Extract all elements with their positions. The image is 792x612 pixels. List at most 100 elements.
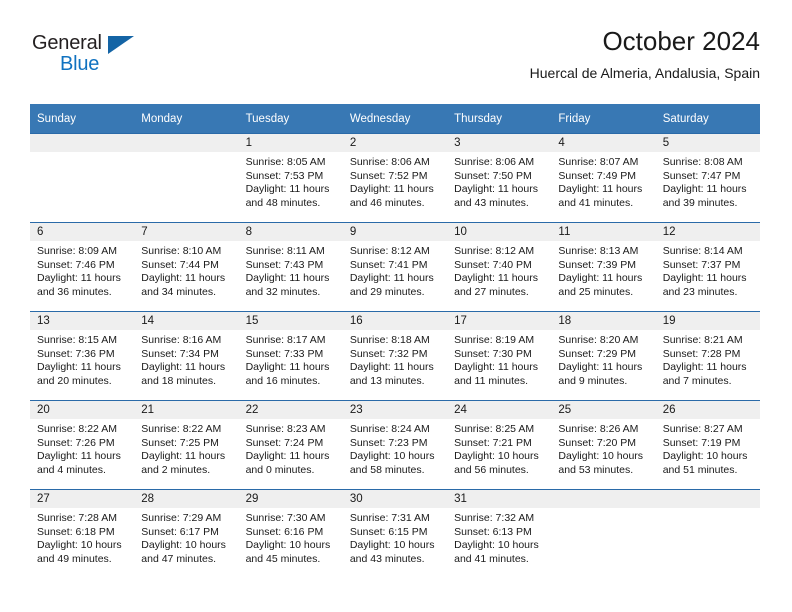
daylight-text: Daylight: 10 hours [349, 539, 435, 552]
day-cell-inner: 23 Sunrise: 8:24 AM Sunset: 7:23 PM Dayligh… [342, 401, 448, 489]
calendar-day-cell[interactable]: 3 Sunrise: 8:06 AM Sunset: 7:50 PM Daylight… [447, 133, 552, 223]
day-details: Sunrise: 8:08 AM Sunset: 7:47 PM Daylight:… [656, 152, 760, 210]
calendar-day-cell[interactable]: 9 Sunrise: 8:12 AM Sunset: 7:41 PM Daylight… [342, 222, 448, 312]
logo-text-general: General [32, 32, 102, 54]
day-details: Sunrise: 8:18 AM Sunset: 7:32 PM Daylight:… [343, 330, 447, 388]
calendar-day-cell[interactable]: 2 Sunrise: 8:06 AM Sunset: 7:52 PM Daylight… [342, 133, 448, 223]
sunset-text: Sunset: 7:44 PM [141, 258, 219, 271]
calendar-day-cell[interactable]: 21 Sunrise: 8:22 AM Sunset: 7:25 PM Dayligh… [134, 400, 239, 490]
calendar-day-cell[interactable]: 22 Sunrise: 8:23 AM Sunset: 7:24 PM Dayligh… [238, 400, 343, 490]
calendar-day-cell[interactable]: 28 Sunrise: 7:29 AM Sunset: 6:17 PM Dayligh… [134, 489, 239, 576]
sunrise-text: Sunrise: 8:22 AM [37, 423, 117, 435]
daylight-text: Daylight: 11 hours [454, 272, 538, 285]
sunrise-text: Sunrise: 8:15 AM [37, 334, 117, 346]
day-number: 16 [342, 312, 448, 330]
calendar-day-cell[interactable]: 20 Sunrise: 8:22 AM Sunset: 7:26 PM Dayligh… [30, 400, 135, 490]
daylight-text: and 43 minutes. [349, 552, 425, 565]
day-number: 13 [30, 312, 135, 330]
day-details: Sunrise: 8:21 AM Sunset: 7:28 PM Daylight:… [656, 330, 760, 388]
day-cell-inner: 26 Sunrise: 8:27 AM Sunset: 7:19 PM Dayligh… [655, 401, 760, 489]
day-cell-inner: 21 Sunrise: 8:22 AM Sunset: 7:25 PM Dayligh… [134, 401, 239, 489]
daylight-text: Daylight: 11 hours [454, 183, 538, 196]
day-details: Sunrise: 8:05 AM Sunset: 7:53 PM Daylight:… [239, 152, 343, 210]
daylight-text: Daylight: 11 hours [37, 272, 121, 285]
day-cell-inner: 24 Sunrise: 8:25 AM Sunset: 7:21 PM Dayligh… [447, 401, 552, 489]
calendar-table: Sunday Monday Tuesday Wednesday Thursday… [30, 104, 760, 576]
daylight-text: and 43 minutes. [454, 196, 529, 209]
calendar-day-cell[interactable]: 7 Sunrise: 8:10 AM Sunset: 7:44 PM Daylight… [134, 222, 239, 312]
calendar-day-cell[interactable]: 14 Sunrise: 8:16 AM Sunset: 7:34 PM Dayligh… [134, 311, 239, 401]
daylight-text: and 2 minutes. [141, 463, 211, 476]
day-cell-inner: 28 Sunrise: 7:29 AM Sunset: 6:17 PM Dayligh… [134, 490, 239, 576]
calendar-day-cell[interactable]: 15 Sunrise: 8:17 AM Sunset: 7:33 PM Dayligh… [238, 311, 343, 401]
calendar-day-cell[interactable]: 6 Sunrise: 8:09 AM Sunset: 7:46 PM Daylight… [30, 222, 135, 312]
sunrise-text: Sunrise: 8:20 AM [558, 334, 639, 346]
day-cell-inner: 22 Sunrise: 8:23 AM Sunset: 7:24 PM Dayligh… [238, 401, 343, 489]
sunrise-text: Sunrise: 8:06 AM [454, 156, 535, 168]
day-cell-inner: 5 Sunrise: 8:08 AM Sunset: 7:47 PM Daylight… [655, 134, 760, 222]
sunset-text: Sunset: 6:17 PM [141, 525, 219, 538]
calendar-day-cell[interactable]: 25 Sunrise: 8:26 AM Sunset: 7:20 PM Dayligh… [551, 400, 656, 490]
calendar-day-cell[interactable]: 29 Sunrise: 7:30 AM Sunset: 6:16 PM Dayligh… [238, 489, 343, 576]
calendar-day-cell[interactable]: 26 Sunrise: 8:27 AM Sunset: 7:19 PM Dayligh… [655, 400, 760, 490]
day-details: Sunrise: 8:17 AM Sunset: 7:33 PM Daylight:… [239, 330, 343, 388]
calendar-day-cell[interactable]: 11 Sunrise: 8:13 AM Sunset: 7:39 PM Dayligh… [551, 222, 656, 312]
day-details: Sunrise: 7:30 AM Sunset: 6:16 PM Daylight:… [239, 508, 343, 566]
sunset-text: Sunset: 7:29 PM [558, 347, 637, 360]
calendar-day-cell[interactable]: 5 Sunrise: 8:08 AM Sunset: 7:47 PM Daylight… [655, 133, 760, 223]
daylight-text: Daylight: 10 hours [245, 539, 331, 552]
calendar-day-cell[interactable]: 17 Sunrise: 8:19 AM Sunset: 7:30 PM Dayligh… [447, 311, 552, 401]
daylight-text: Daylight: 10 hours [558, 450, 644, 463]
day-details: Sunrise: 8:06 AM Sunset: 7:52 PM Daylight:… [343, 152, 447, 210]
title-block: October 2024 Huercal de Almeria, Andalus… [530, 24, 760, 84]
sunset-text: Sunset: 7:40 PM [454, 258, 532, 271]
day-cell-inner: 8 Sunrise: 8:11 AM Sunset: 7:43 PM Daylight… [238, 223, 343, 311]
daylight-text: and 45 minutes. [245, 552, 321, 565]
calendar-day-cell[interactable]: 19 Sunrise: 8:21 AM Sunset: 7:28 PM Dayligh… [655, 311, 760, 401]
day-cell-inner [655, 490, 760, 576]
calendar-day-cell[interactable]: 23 Sunrise: 8:24 AM Sunset: 7:23 PM Dayligh… [342, 400, 448, 490]
general-blue-logo[interactable]: General Blue [32, 32, 152, 80]
weekday-header-thursday: Thursday [447, 104, 552, 134]
daylight-text: and 41 minutes. [454, 552, 529, 565]
daylight-text: Daylight: 10 hours [37, 539, 122, 552]
day-number: 19 [655, 312, 760, 330]
sunrise-text: Sunrise: 8:23 AM [245, 423, 326, 435]
day-number: 26 [655, 401, 760, 419]
calendar-day-cell[interactable]: 31 Sunrise: 7:32 AM Sunset: 6:13 PM Dayligh… [447, 489, 552, 576]
daylight-text: Daylight: 11 hours [454, 361, 538, 374]
sunrise-text: Sunrise: 8:12 AM [454, 245, 535, 257]
sunset-text: Sunset: 7:50 PM [454, 169, 532, 182]
sunset-text: Sunset: 7:34 PM [141, 347, 219, 360]
daylight-text: Daylight: 11 hours [245, 361, 330, 374]
daylight-text: Daylight: 11 hours [349, 361, 434, 374]
day-details: Sunrise: 8:07 AM Sunset: 7:49 PM Daylight:… [551, 152, 655, 210]
sunrise-text: Sunrise: 8:25 AM [454, 423, 535, 435]
day-number: 28 [134, 490, 239, 508]
day-number: 22 [238, 401, 343, 419]
calendar-cell-empty [30, 133, 135, 223]
sunset-text: Sunset: 7:47 PM [662, 169, 741, 182]
calendar-day-cell[interactable]: 8 Sunrise: 8:11 AM Sunset: 7:43 PM Daylight… [238, 222, 343, 312]
sunset-text: Sunset: 6:15 PM [349, 525, 428, 538]
sunset-text: Sunset: 6:13 PM [454, 525, 532, 538]
calendar-day-cell[interactable]: 10 Sunrise: 8:12 AM Sunset: 7:40 PM Dayligh… [447, 222, 552, 312]
calendar-week-row: 1 Sunrise: 8:05 AM Sunset: 7:53 PM Daylight… [30, 133, 760, 223]
calendar-day-cell[interactable]: 13 Sunrise: 8:15 AM Sunset: 7:36 PM Dayligh… [30, 311, 135, 401]
day-details: Sunrise: 8:24 AM Sunset: 7:23 PM Daylight:… [343, 419, 447, 477]
calendar-day-cell[interactable]: 18 Sunrise: 8:20 AM Sunset: 7:29 PM Dayligh… [551, 311, 656, 401]
daylight-text: and 53 minutes. [558, 463, 634, 476]
calendar-day-cell[interactable]: 1 Sunrise: 8:05 AM Sunset: 7:53 PM Daylight… [238, 133, 343, 223]
calendar-day-cell[interactable]: 30 Sunrise: 7:31 AM Sunset: 6:15 PM Dayligh… [342, 489, 448, 576]
logo-text-blue: Blue [60, 53, 100, 75]
calendar-day-cell[interactable]: 12 Sunrise: 8:14 AM Sunset: 7:37 PM Dayligh… [655, 222, 760, 312]
calendar-day-cell[interactable]: 27 Sunrise: 7:28 AM Sunset: 6:18 PM Dayligh… [30, 489, 135, 576]
calendar-day-cell[interactable]: 24 Sunrise: 8:25 AM Sunset: 7:21 PM Dayligh… [447, 400, 552, 490]
calendar-day-cell[interactable]: 16 Sunrise: 8:18 AM Sunset: 7:32 PM Dayligh… [342, 311, 448, 401]
day-details: Sunrise: 8:10 AM Sunset: 7:44 PM Daylight:… [134, 241, 238, 299]
day-details: Sunrise: 7:29 AM Sunset: 6:17 PM Daylight:… [134, 508, 238, 566]
day-details: Sunrise: 7:31 AM Sunset: 6:15 PM Daylight:… [343, 508, 447, 566]
day-details: Sunrise: 8:25 AM Sunset: 7:21 PM Daylight:… [447, 419, 551, 477]
calendar-day-cell[interactable]: 4 Sunrise: 8:07 AM Sunset: 7:49 PM Daylight… [551, 133, 656, 223]
sunset-text: Sunset: 6:18 PM [37, 525, 115, 538]
